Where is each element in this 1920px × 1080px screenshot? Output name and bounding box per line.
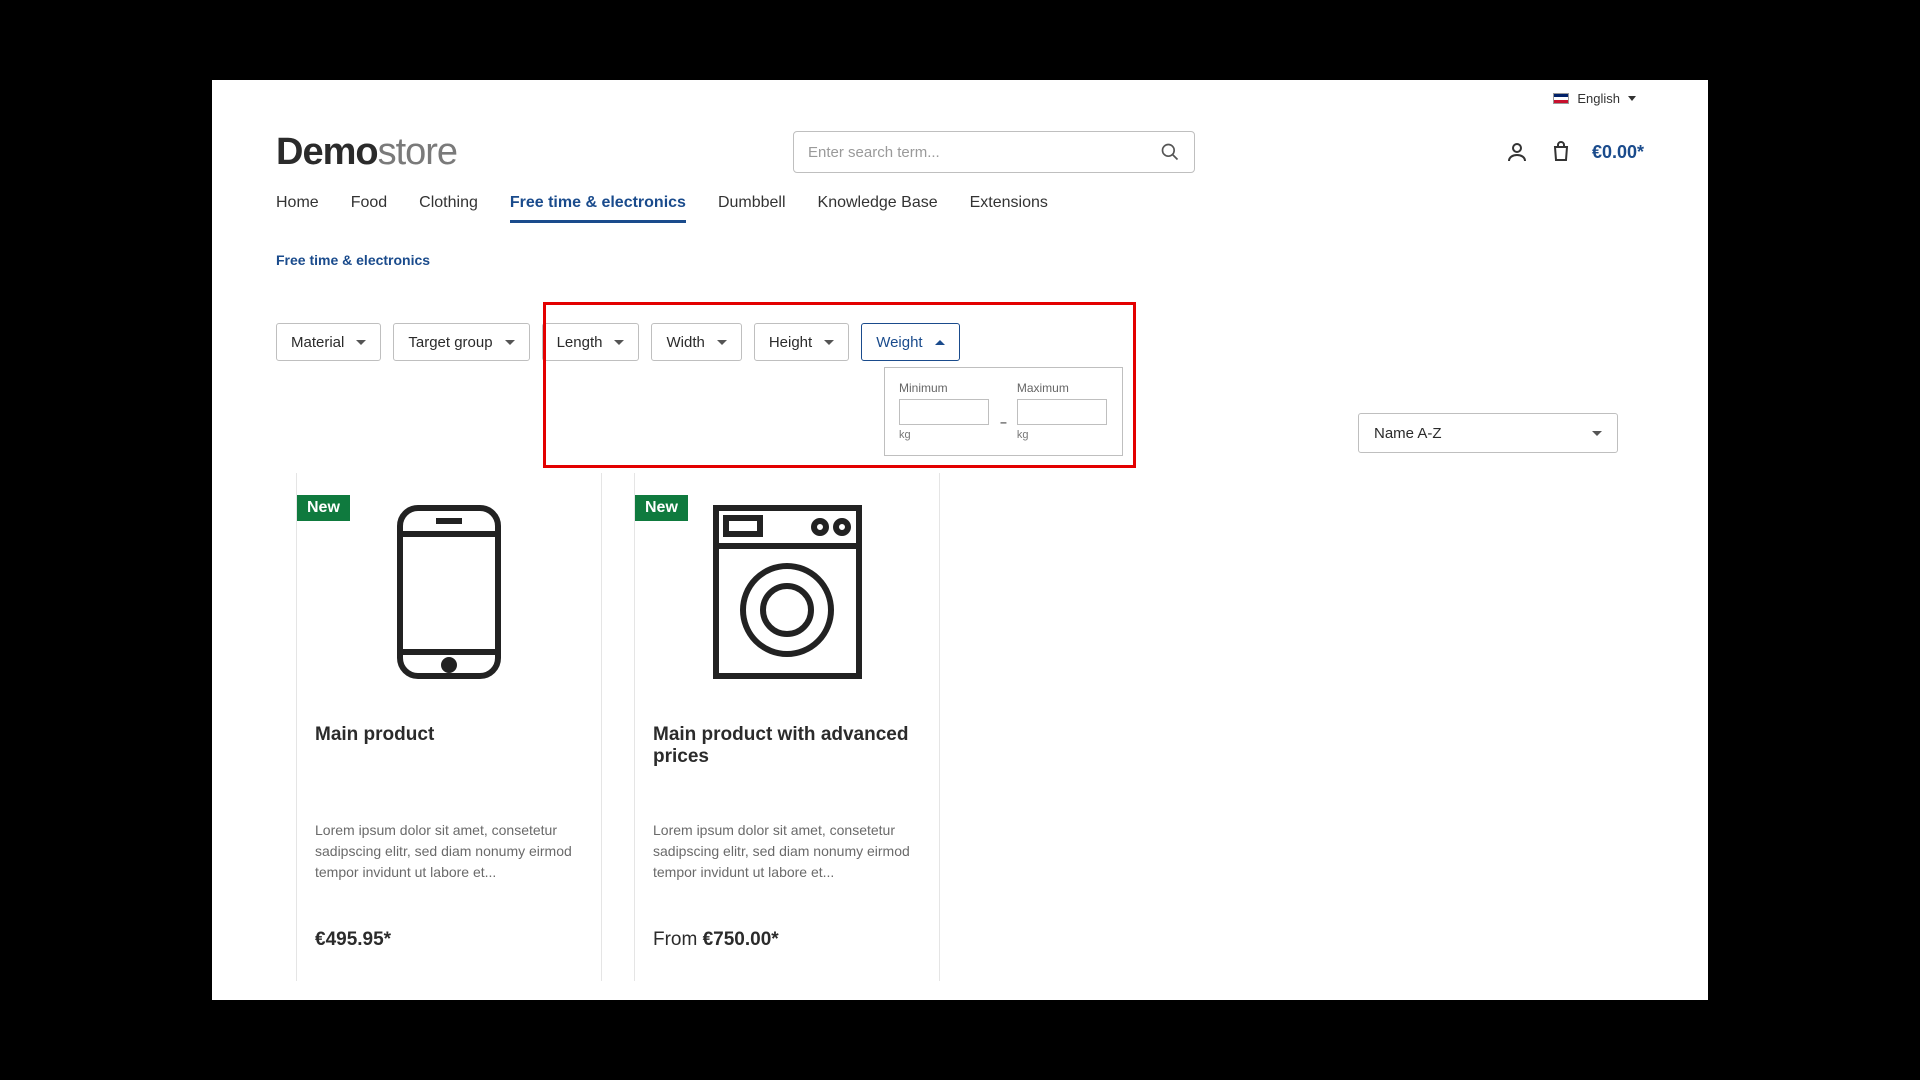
filter-height[interactable]: Height bbox=[754, 323, 849, 361]
filter-bar: Material Target group Length Width Heigh… bbox=[276, 323, 960, 361]
chevron-up-icon bbox=[935, 340, 945, 345]
logo-bold: Demo bbox=[276, 131, 378, 173]
chevron-down-icon bbox=[356, 340, 366, 345]
filter-weight[interactable]: Weight bbox=[861, 323, 959, 361]
filter-width-label: Width bbox=[666, 334, 704, 351]
nav-home[interactable]: Home bbox=[276, 194, 319, 223]
uk-flag-icon bbox=[1553, 93, 1569, 104]
new-badge: New bbox=[635, 495, 688, 521]
filter-target-group[interactable]: Target group bbox=[393, 323, 529, 361]
chevron-down-icon bbox=[717, 340, 727, 345]
site-logo[interactable]: Demostore bbox=[276, 131, 457, 174]
language-label: English bbox=[1577, 91, 1620, 106]
nav-knowledge-base[interactable]: Knowledge Base bbox=[818, 194, 938, 223]
logo-rest: store bbox=[378, 131, 457, 173]
chevron-down-icon bbox=[614, 340, 624, 345]
weight-max-input[interactable] bbox=[1017, 399, 1107, 425]
weight-max-label: Maximum bbox=[1017, 381, 1108, 395]
filter-height-label: Height bbox=[769, 334, 812, 351]
product-title: Main product with advanced prices bbox=[653, 724, 921, 772]
nav-extensions[interactable]: Extensions bbox=[970, 194, 1048, 223]
chevron-down-icon bbox=[824, 340, 834, 345]
weight-min-unit: kg bbox=[899, 429, 990, 441]
chevron-down-icon bbox=[1592, 431, 1602, 436]
filter-length[interactable]: Length bbox=[542, 323, 640, 361]
product-image bbox=[315, 499, 583, 684]
language-selector[interactable]: English bbox=[1553, 91, 1636, 106]
cart-button[interactable] bbox=[1548, 139, 1574, 165]
account-button[interactable] bbox=[1504, 139, 1530, 165]
nav-food[interactable]: Food bbox=[351, 194, 387, 223]
search-icon[interactable] bbox=[1160, 142, 1180, 162]
product-grid: New Main product Lorem ipsum dolor sit a… bbox=[296, 473, 940, 981]
chevron-down-icon bbox=[505, 340, 515, 345]
filter-material-label: Material bbox=[291, 334, 344, 351]
weight-min-input[interactable] bbox=[899, 399, 989, 425]
range-dash: – bbox=[1000, 415, 1007, 441]
nav-clothing[interactable]: Clothing bbox=[419, 194, 478, 223]
weight-min-label: Minimum bbox=[899, 381, 990, 395]
sort-selected: Name A-Z bbox=[1374, 425, 1442, 442]
product-price: From €750.00* bbox=[653, 929, 921, 951]
nav-dumbbell[interactable]: Dumbbell bbox=[718, 194, 786, 223]
breadcrumb[interactable]: Free time & electronics bbox=[276, 252, 430, 268]
product-card[interactable]: New Main product with advanced prices Lo… bbox=[634, 473, 940, 981]
product-description: Lorem ipsum dolor sit amet, consetetur s… bbox=[653, 820, 921, 883]
new-badge: New bbox=[297, 495, 350, 521]
product-price: €495.95* bbox=[315, 929, 583, 951]
product-card[interactable]: New Main product Lorem ipsum dolor sit a… bbox=[296, 473, 602, 981]
product-description: Lorem ipsum dolor sit amet, consetetur s… bbox=[315, 820, 583, 883]
nav-free-time-electronics[interactable]: Free time & electronics bbox=[510, 194, 686, 223]
search-bar[interactable] bbox=[793, 131, 1195, 173]
product-image bbox=[653, 499, 921, 684]
filter-weight-label: Weight bbox=[876, 334, 922, 351]
cart-total[interactable]: €0.00* bbox=[1592, 142, 1644, 163]
weight-filter-panel: Minimum kg – Maximum kg bbox=[884, 367, 1123, 456]
filter-target-group-label: Target group bbox=[408, 334, 492, 351]
main-nav: Home Food Clothing Free time & electroni… bbox=[276, 194, 1048, 223]
washing-machine-icon bbox=[710, 502, 865, 682]
filter-length-label: Length bbox=[557, 334, 603, 351]
smartphone-icon bbox=[394, 502, 504, 682]
sort-select[interactable]: Name A-Z bbox=[1358, 413, 1618, 453]
search-input[interactable] bbox=[808, 144, 1160, 161]
filter-material[interactable]: Material bbox=[276, 323, 381, 361]
product-title: Main product bbox=[315, 724, 583, 772]
chevron-down-icon bbox=[1628, 96, 1636, 101]
filter-width[interactable]: Width bbox=[651, 323, 741, 361]
weight-max-unit: kg bbox=[1017, 429, 1108, 441]
